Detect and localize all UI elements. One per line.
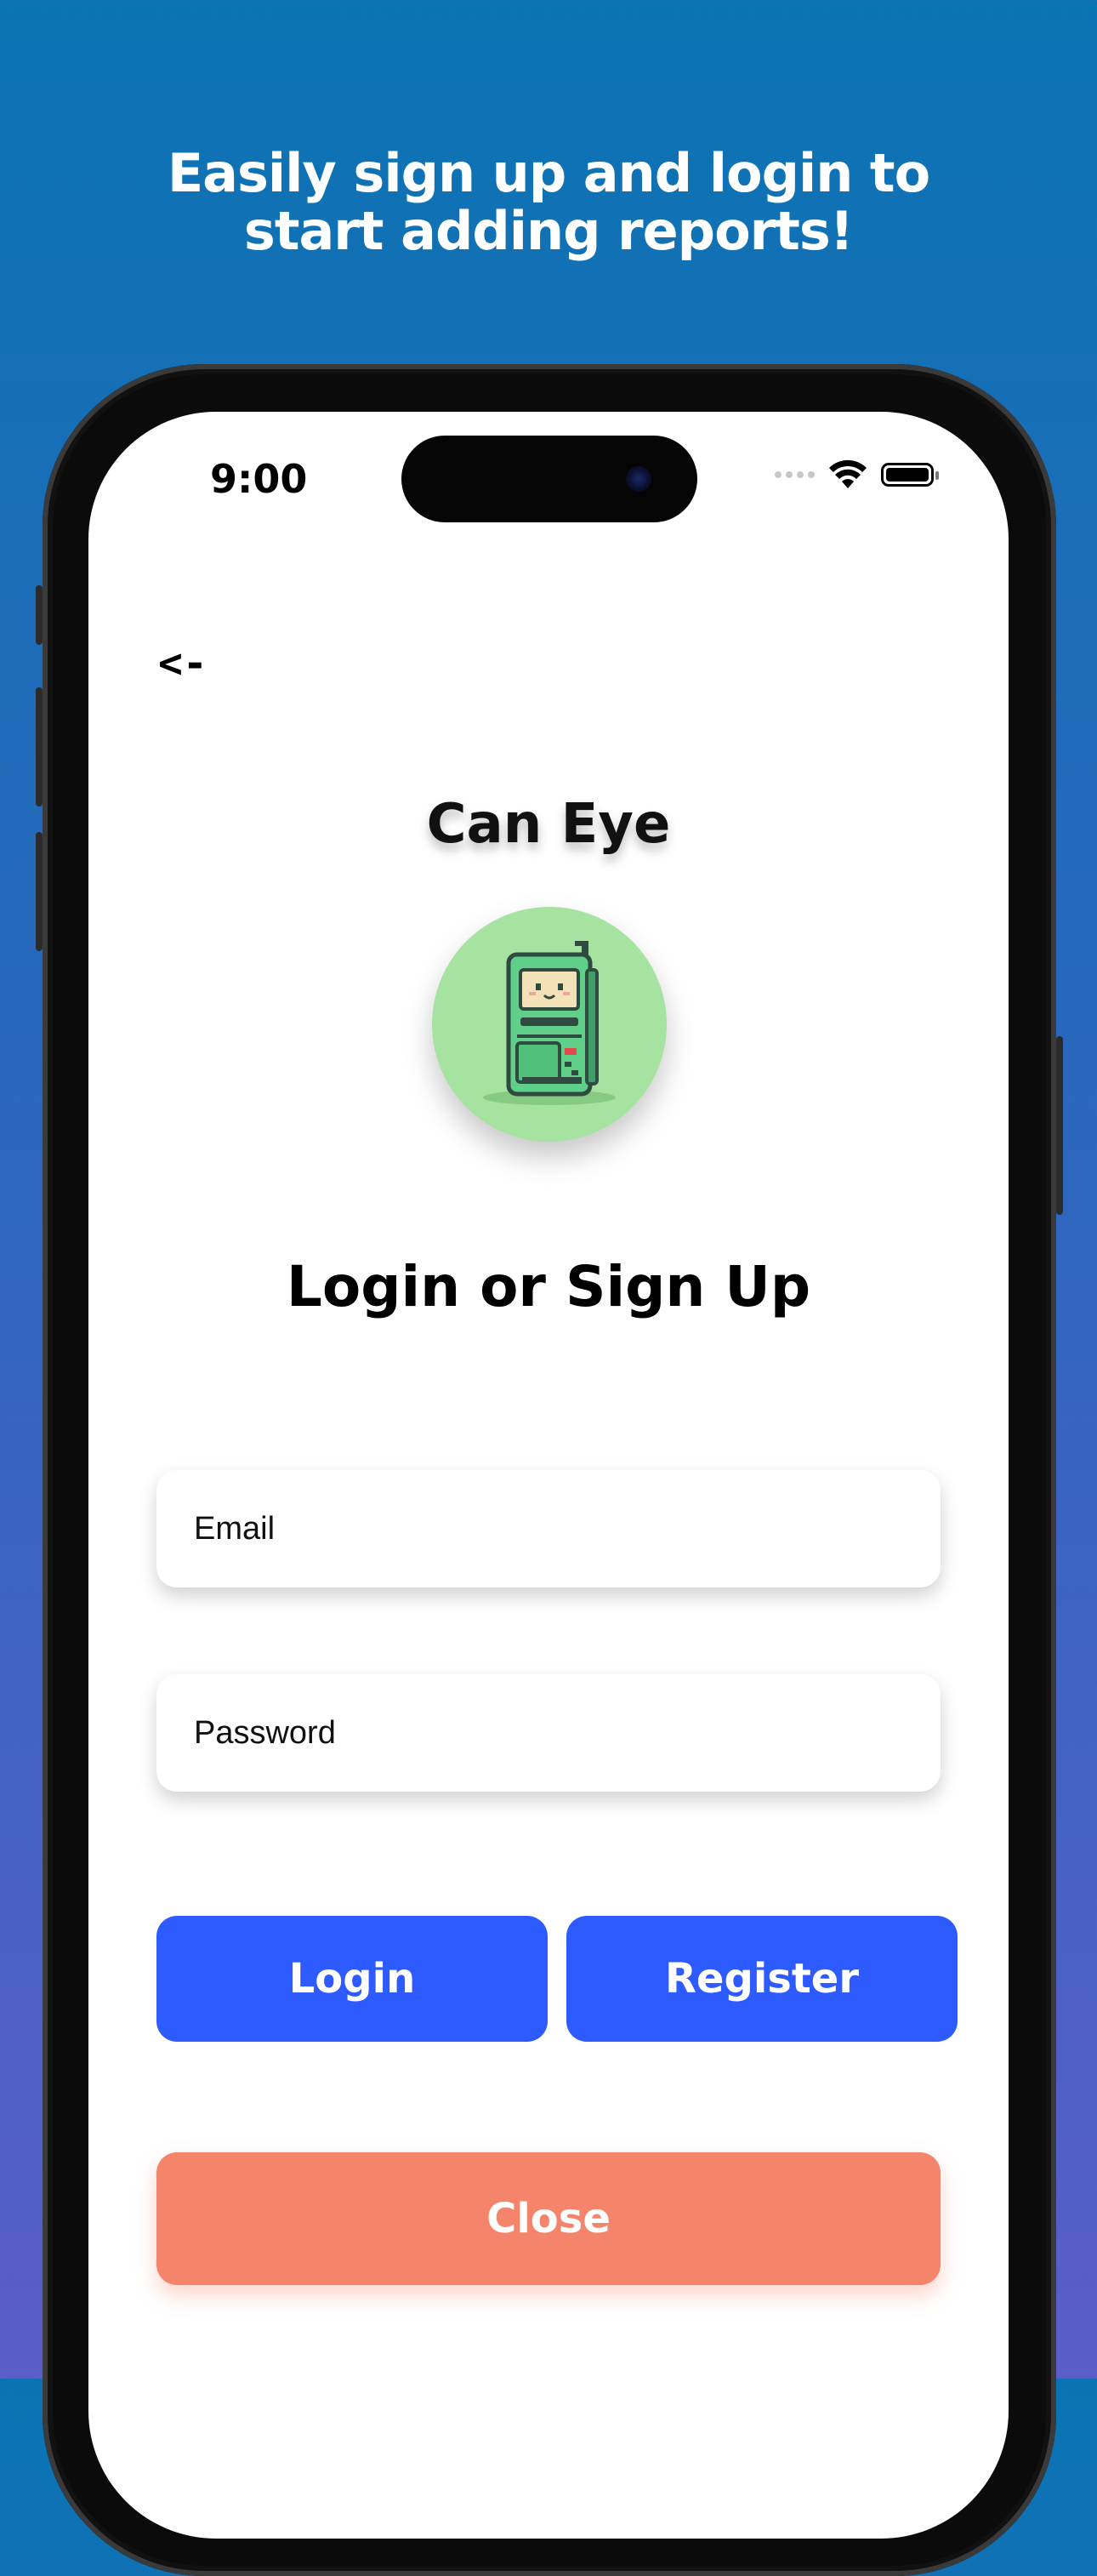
- register-button[interactable]: Register: [566, 1916, 958, 2042]
- robot-kiosk-icon: [483, 941, 616, 1105]
- wifi-icon: [829, 459, 867, 488]
- app-title: Can Eye: [426, 793, 671, 856]
- auth-heading: Login or Sign Up: [286, 1254, 811, 1319]
- password-input[interactable]: [192, 1673, 941, 1792]
- battery-icon: [881, 463, 939, 487]
- status-time: 9:00: [210, 456, 308, 502]
- phone-power-button: [1056, 1036, 1063, 1215]
- email-field[interactable]: [156, 1469, 941, 1588]
- promo-headline-line-1: Easily sign up and login to: [167, 142, 930, 204]
- dynamic-island: [401, 436, 697, 522]
- phone-volume-up-button: [36, 687, 43, 806]
- close-button[interactable]: Close: [156, 2152, 941, 2285]
- front-camera-icon: [626, 466, 651, 492]
- app-avatar: [432, 907, 667, 1142]
- email-input[interactable]: [192, 1469, 941, 1588]
- promo-headline-line-2: start adding reports!: [243, 200, 854, 262]
- back-button[interactable]: <-: [158, 640, 207, 687]
- phone-screen: 9:00 <- Can Eye Login or Sign Up Email L…: [88, 412, 1009, 2539]
- login-button[interactable]: Login: [156, 1916, 548, 2042]
- phone-volume-down-button: [36, 832, 43, 951]
- cellular-signal-icon: [775, 471, 815, 478]
- status-icons: [775, 459, 939, 490]
- password-field[interactable]: [156, 1673, 941, 1792]
- phone-action-button: [36, 585, 43, 645]
- promo-headline: Easily sign up and login to start adding…: [0, 145, 1097, 260]
